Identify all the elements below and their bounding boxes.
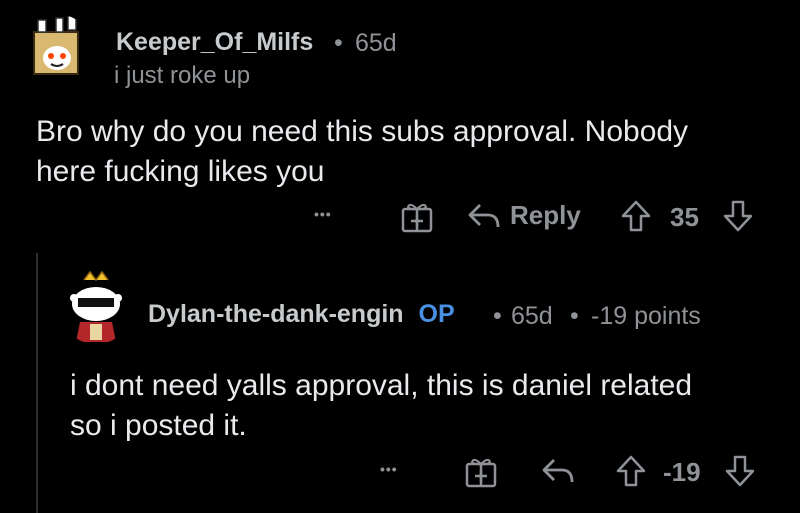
author-name: Dylan-the-dank-engin [148,300,404,328]
comment-body: i dont need yalls approval, this is dani… [70,366,692,446]
comment-body-line: i dont need yalls approval, this is dani… [70,369,693,402]
user-avatar[interactable] [58,268,134,344]
meta-separator: • [334,29,343,57]
reply-arrow-icon [542,459,574,483]
gift-award-icon [401,203,433,233]
snoo-avatar-box-icon [33,15,79,75]
downvote-icon [723,200,753,232]
comment-body-line: here fucking likes you [36,155,325,188]
award-button[interactable] [400,200,434,234]
more-icon: ••• [380,461,398,477]
comment-age: 65d [355,29,397,57]
comment-author[interactable]: Keeper_Of_Milfs [116,28,313,57]
op-badge: OP [418,300,455,328]
reply-button[interactable]: Reply [466,200,581,231]
upvote-icon [616,455,646,487]
vote-score: 35 [670,202,699,232]
downvote-button[interactable] [724,454,756,488]
reply-arrow-icon [468,203,500,227]
user-flair: i just roke up [114,62,251,89]
more-button[interactable]: ••• [380,461,398,477]
meta-separator: • [493,302,502,330]
comment-points: -19 points [591,302,701,330]
upvote-button[interactable] [620,199,652,233]
upvote-icon [621,200,651,232]
reply-label: Reply [510,200,581,230]
downvote-button[interactable] [722,199,754,233]
user-avatar[interactable] [22,14,92,84]
gift-award-icon [465,458,497,488]
downvote-icon [725,455,755,487]
comment-age: 65d [511,302,553,330]
thread-line[interactable] [36,253,38,513]
award-button[interactable] [464,455,498,489]
vote-score: -19 [663,457,701,487]
comment-body-line: so i posted it. [70,409,247,442]
snoo-avatar-sunglasses-icon [70,270,122,342]
meta-separator: • [570,302,579,330]
more-button[interactable]: ••• [314,206,332,222]
reply-button[interactable] [540,456,576,486]
more-icon: ••• [314,206,332,222]
comment-author[interactable]: Dylan-the-dank-engin OP [148,300,455,329]
comment-body-line: Bro why do you need this subs approval. … [36,115,689,148]
upvote-button[interactable] [615,454,647,488]
comment-body: Bro why do you need this subs approval. … [36,112,688,192]
